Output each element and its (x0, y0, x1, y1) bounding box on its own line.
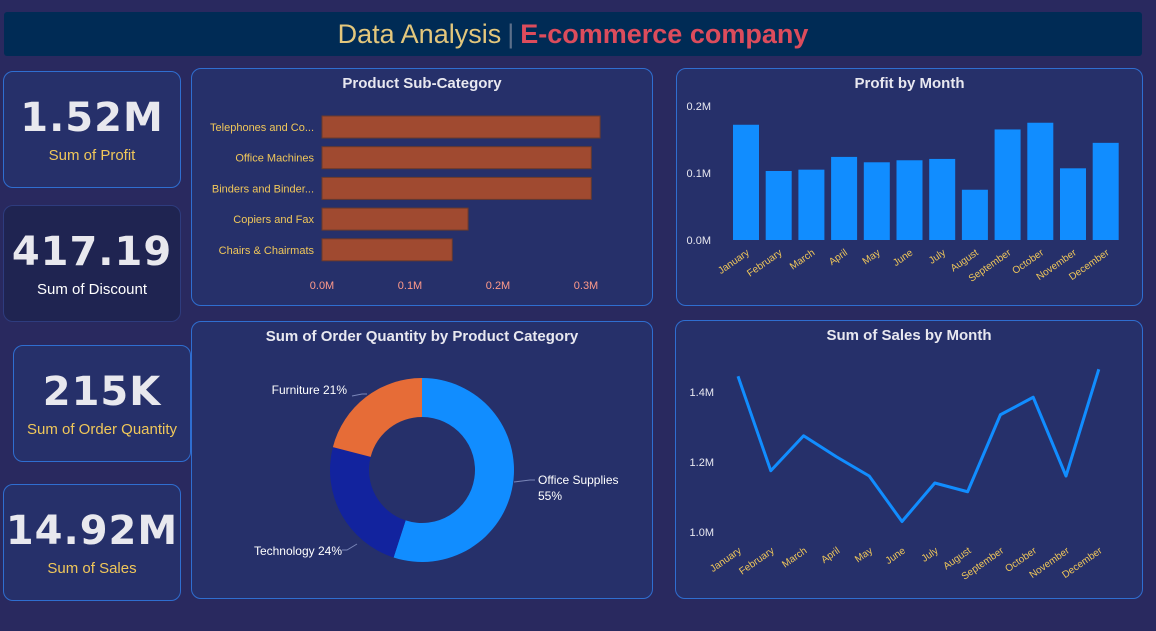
bar (961, 189, 988, 240)
kpi-label: Sum of Sales (47, 560, 137, 577)
x-tick-label: March (788, 247, 817, 272)
bar (1060, 168, 1086, 240)
bar (321, 238, 453, 262)
category-label: Binders and Binder... (212, 183, 314, 195)
kpi-label: Sum of Discount (36, 281, 148, 298)
leader-line (342, 543, 358, 551)
category-donut-chart: Office Supplies 55% Technology 24% Furnitur… (254, 378, 619, 562)
header-title-company: E-commerce company (520, 18, 809, 49)
kpi-card-sales[interactable]: 14.92M Sum of Sales (3, 484, 181, 601)
y-tick-label: 0.2M (687, 101, 711, 113)
panel-profit-by-month[interactable]: Profit by Month 0.0M 0.1M 0.2M January Febru… (676, 68, 1143, 306)
kpi-value: 215K (42, 369, 162, 415)
panel-product-subcategory[interactable]: Product Sub-Category Telephones and Co..… (191, 68, 653, 306)
x-tick-label: July (920, 545, 941, 564)
bar (321, 207, 469, 231)
leader-line (513, 479, 535, 483)
category-label: Telephones and Co... (210, 122, 314, 134)
bar (765, 170, 792, 240)
panel-order-quantity-category[interactable]: Sum of Order Quantity by Product Categor… (191, 321, 653, 599)
sales-line (736, 368, 1101, 523)
slice-label: Office Supplies (538, 473, 619, 487)
y-tick-label: 1.2M (690, 457, 714, 469)
leader-line (351, 393, 367, 397)
category-label: Chairs & Chairmats (219, 245, 315, 257)
kpi-label: Sum of Profit (48, 147, 136, 164)
sales-month-line-chart: 1.0M1.2M1.4MJanuaryFebruary March April May… (690, 368, 1105, 583)
x-tick-label: 0.2M (486, 280, 510, 292)
x-tick-label: 0.1M (398, 280, 422, 292)
bar (733, 124, 759, 240)
slice-label: Technology 24% (254, 544, 342, 558)
bar (896, 160, 923, 240)
y-tick-label: 0.0M (687, 235, 711, 247)
kpi-value: 1.52M (20, 95, 164, 141)
slice-label: Furniture 21% (272, 383, 348, 397)
x-tick-label: May (853, 545, 875, 565)
profit-month-bar-chart: 0.0M0.1M0.2MJanuaryFebruary March April May… (687, 101, 1119, 285)
y-tick-label: 1.4M (690, 387, 714, 399)
kpi-card-profit[interactable]: 1.52M Sum of Profit (3, 71, 181, 188)
x-tick-label: 0.0M (310, 280, 334, 292)
kpi-value: 14.92M (5, 508, 179, 554)
bar (863, 162, 890, 240)
category-label: Copiers and Fax (233, 214, 314, 226)
kpi-card-discount[interactable]: 417.19 Sum of Discount (3, 205, 181, 322)
slice-percent-label: 55% (538, 489, 562, 503)
bar (1027, 122, 1054, 240)
donut-slice (330, 447, 406, 558)
category-label: Office Machines (235, 153, 314, 165)
x-tick-label: April (819, 545, 842, 565)
bar (321, 115, 601, 139)
header-separator: | (507, 18, 515, 49)
subcategory-bar-chart: Telephones and Co... Office Machines Binde… (210, 115, 601, 292)
bar (321, 176, 592, 200)
x-tick-label: February (737, 545, 776, 577)
bar (1092, 142, 1119, 240)
x-tick-label: July (927, 247, 948, 266)
x-tick-label: June (884, 545, 908, 567)
x-tick-label: February (745, 247, 784, 279)
bar (831, 156, 858, 240)
kpi-value: 417.19 (11, 229, 173, 275)
bar (994, 129, 1021, 240)
kpi-card-order-quantity[interactable]: 215K Sum of Order Quantity (13, 345, 191, 462)
header-title-main: Data Analysis (337, 18, 502, 49)
bar (798, 169, 825, 240)
x-tick-label: March (780, 545, 809, 570)
bar (929, 158, 956, 240)
bar (321, 146, 592, 170)
panel-sales-by-month[interactable]: Sum of Sales by Month 1.0M 1.2M 1.4M Januar… (675, 320, 1143, 599)
y-tick-label: 0.1M (687, 168, 711, 180)
x-tick-label: June (891, 247, 915, 269)
dashboard-header: Data Analysis | E-commerce company (4, 12, 1142, 56)
x-tick-label: May (861, 247, 883, 267)
x-tick-label: 0.3M (574, 280, 598, 292)
y-tick-label: 1.0M (690, 527, 714, 539)
x-tick-label: April (827, 247, 850, 267)
kpi-label: Sum of Order Quantity (26, 421, 178, 438)
